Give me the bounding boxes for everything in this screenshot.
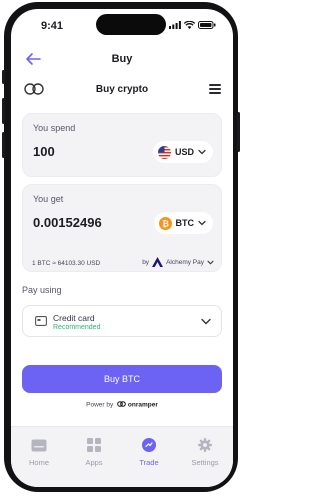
- receive-label: You get: [33, 194, 64, 204]
- dynamic-island: [96, 14, 166, 35]
- receive-currency-code: BTC: [175, 218, 195, 228]
- buy-button[interactable]: Buy BTC: [22, 365, 222, 393]
- widget-header: Buy crypto: [11, 77, 233, 101]
- powered-by: Power by onramper: [11, 401, 233, 409]
- payment-method-name: Credit card: [53, 313, 95, 323]
- status-time: 9:41: [41, 20, 64, 32]
- phone-volume-up: [2, 98, 5, 124]
- signal-icon: [169, 21, 181, 29]
- chevron-down-icon: [198, 220, 206, 226]
- spend-label: You spend: [33, 123, 76, 133]
- svg-text:₿: ₿: [162, 218, 169, 228]
- spend-amount-input[interactable]: 100: [33, 144, 55, 159]
- exchange-rate: 1 BTC ≈ 64103.30 USD: [32, 260, 101, 267]
- chevron-down-icon: [198, 149, 206, 155]
- tab-label: Settings: [191, 458, 219, 467]
- provider-selector[interactable]: by Alchemy Pay: [142, 257, 214, 267]
- chevron-down-icon: [201, 318, 211, 325]
- tab-bar: Home Apps Trade Settings: [11, 426, 233, 487]
- bitcoin-icon: ₿: [158, 216, 172, 230]
- provider-name: Alchemy Pay: [166, 258, 204, 266]
- rate-row: 1 BTC ≈ 64103.30 USD by Alchemy Pay: [22, 257, 222, 271]
- payment-method-selector[interactable]: Credit card Recommended: [22, 305, 222, 337]
- tab-label: Apps: [85, 458, 103, 467]
- wifi-icon: [184, 21, 195, 29]
- status-bar: 9:41: [11, 9, 233, 45]
- phone-mute-switch: [2, 70, 5, 84]
- powered-by-prefix: Power by: [86, 401, 114, 409]
- settings-icon: [198, 438, 212, 452]
- tab-home[interactable]: Home: [11, 437, 67, 467]
- onramper-mark-icon: [117, 401, 126, 407]
- credit-card-icon: [35, 316, 47, 326]
- provider-by-label: by: [142, 258, 150, 266]
- hamburger-menu-icon[interactable]: [209, 84, 221, 94]
- nav-bar: Buy: [11, 47, 233, 71]
- widget-title: Buy crypto: [95, 84, 149, 95]
- home-icon: [31, 439, 47, 451]
- page-title: Buy: [111, 53, 133, 65]
- spend-card: You spend 100 USD: [22, 113, 222, 177]
- powered-by-brand: onramper: [127, 401, 158, 409]
- tab-apps[interactable]: Apps: [66, 437, 122, 467]
- tab-settings[interactable]: Settings: [177, 437, 233, 467]
- recommended-badge: Recommended: [53, 324, 101, 331]
- app-screen: 9:41 Buy Buy crypto You spend 100 USD Yo…: [11, 9, 233, 487]
- phone-power-button: [237, 112, 240, 152]
- tab-trade[interactable]: Trade: [121, 437, 177, 467]
- trade-icon: [142, 438, 156, 452]
- receive-currency-selector[interactable]: ₿ BTC: [153, 212, 213, 234]
- spend-currency-selector[interactable]: USD: [152, 141, 213, 163]
- apps-icon: [87, 438, 101, 452]
- phone-volume-down: [2, 132, 5, 158]
- tab-label: Trade: [139, 458, 159, 467]
- tab-label: Home: [28, 458, 49, 467]
- spend-currency-code: USD: [174, 147, 194, 157]
- pay-using-label: Pay using: [22, 285, 62, 295]
- status-icons: [169, 21, 216, 29]
- us-flag-icon: [157, 145, 171, 159]
- alchemy-pay-logo-icon: [152, 257, 164, 267]
- receive-amount: 0.00152496: [33, 215, 102, 230]
- battery-icon: [198, 21, 216, 29]
- chevron-down-icon: [207, 260, 214, 265]
